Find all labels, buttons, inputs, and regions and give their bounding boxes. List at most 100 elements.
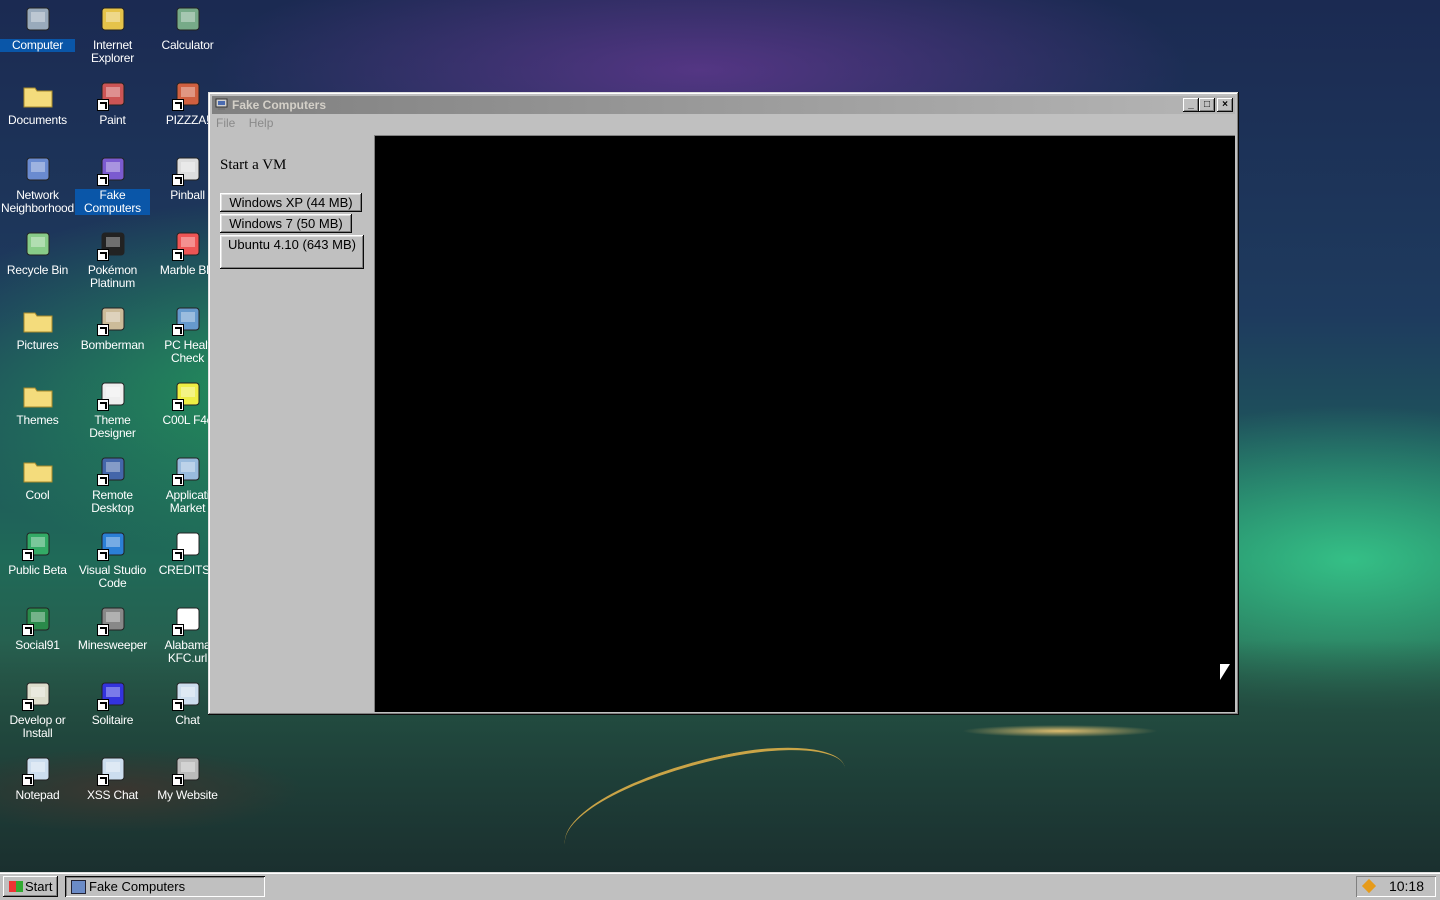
desktop-icon[interactable]: Fake Computers <box>75 150 150 225</box>
start-button[interactable]: Start <box>3 876 58 897</box>
ie-link-icon <box>171 604 204 636</box>
desktop-icon-label: Minesweeper <box>77 638 148 652</box>
shortcut-arrow-icon <box>171 324 184 336</box>
desktop-icon-label: My Website <box>157 788 218 802</box>
minimize-button[interactable]: _ <box>1183 98 1199 112</box>
desktop-icon[interactable]: XSS Chat <box>75 750 150 825</box>
shortcut-arrow-icon <box>171 624 184 636</box>
desktop-icon[interactable]: Pokémon Platinum <box>75 225 150 300</box>
shortcut-arrow-icon <box>96 549 109 561</box>
window-titlebar[interactable]: Fake Computers _ □ × <box>212 96 1235 114</box>
sidebar-heading: Start a VM <box>220 157 287 173</box>
desktop-icon-label: Bomberman <box>80 338 145 352</box>
taskbar: Start Fake Computers 10:18 <box>0 872 1440 900</box>
desktop-icon[interactable]: Minesweeper <box>75 600 150 675</box>
desktop-icon[interactable]: Theme Designer <box>75 375 150 450</box>
recycle-bin-icon <box>22 229 54 261</box>
vm-button-windows-7[interactable]: Windows 7 (50 MB) <box>220 214 352 233</box>
close-button[interactable]: × <box>1217 98 1233 112</box>
desktop-icon-label: Cool <box>25 488 50 502</box>
bomberman-icon <box>96 304 129 336</box>
desktop-icon-label: Fake Computers <box>75 189 150 215</box>
vscode-icon <box>96 529 129 561</box>
desktop-icon-label: Solitaire <box>91 713 134 727</box>
internet-explorer-icon <box>97 4 129 36</box>
desktop-icon-label: Develop or Install <box>9 713 66 740</box>
shortcut-arrow-icon <box>96 624 109 636</box>
desktop-icon[interactable]: Pictures <box>0 300 75 375</box>
desktop-icon[interactable]: Social91 <box>0 600 75 675</box>
desktop-icon[interactable]: My Website <box>150 750 225 825</box>
pc-health-icon <box>171 304 204 336</box>
desktop-icon[interactable]: Notepad <box>0 750 75 825</box>
desktop-icon-label: Public Beta <box>8 563 67 577</box>
desktop-icon[interactable]: Cool <box>0 450 75 525</box>
desktop-icon[interactable]: Calculator <box>150 0 225 75</box>
tray-icon[interactable] <box>1361 878 1377 894</box>
desktop-icon-label: Themes <box>16 413 59 427</box>
desktop-icon-label: Calculator <box>161 38 214 52</box>
desktop-icon-label: Network Neighborhood <box>1 188 74 215</box>
shortcut-arrow-icon <box>171 549 184 561</box>
desktop-icon[interactable]: Bomberman <box>75 300 150 375</box>
shortcut-arrow-icon <box>21 624 34 636</box>
desktop-icon[interactable]: Internet Explorer <box>75 0 150 75</box>
desktop-icon[interactable]: Develop or Install <box>0 675 75 750</box>
computer-icon <box>22 4 54 36</box>
desktop-icon-label: Internet Explorer <box>90 38 135 65</box>
desktop-icon-label: Theme Designer <box>89 413 136 440</box>
desktop-icon-label: Computer <box>0 39 75 52</box>
shortcut-arrow-icon <box>171 99 184 111</box>
desktop-icon[interactable]: Paint <box>75 75 150 150</box>
desktop-icon-label: Recycle Bin <box>6 263 69 277</box>
folder-icon <box>22 454 54 486</box>
desktop-icon[interactable]: Documents <box>0 75 75 150</box>
folder-icon <box>22 379 54 411</box>
shortcut-arrow-icon <box>171 474 184 486</box>
calculator-icon <box>172 4 204 36</box>
maximize-button[interactable]: □ <box>1199 98 1215 112</box>
mouse-cursor-icon <box>1220 664 1230 680</box>
desktop-icon[interactable]: Themes <box>0 375 75 450</box>
vm-screen[interactable] <box>374 135 1235 712</box>
shortcut-arrow-icon <box>171 399 184 411</box>
shortcut-arrow-icon <box>171 699 184 711</box>
remote-desktop-icon <box>96 454 129 486</box>
desktop-icon[interactable]: Network Neighborhood <box>0 150 75 225</box>
shortcut-arrow-icon <box>171 249 184 261</box>
clock[interactable]: 10:18 <box>1389 876 1424 897</box>
xss-chat-icon <box>96 754 129 786</box>
application-market-icon <box>171 454 204 486</box>
desktop-icon[interactable]: Remote Desktop <box>75 450 150 525</box>
desktop-icon[interactable]: Computer <box>0 0 75 75</box>
app-computer-icon <box>215 98 228 110</box>
shortcut-arrow-icon <box>171 174 184 186</box>
pizza-icon <box>171 79 204 111</box>
shortcut-arrow-icon <box>96 399 109 411</box>
app-computer-icon <box>71 880 86 894</box>
desktop-icon[interactable]: Solitaire <box>75 675 150 750</box>
desktop-icon[interactable]: Visual Studio Code <box>75 525 150 600</box>
start-label: Start <box>25 879 53 894</box>
shortcut-arrow-icon <box>96 99 109 111</box>
vm-button-ubuntu[interactable]: Ubuntu 4.10 (643 MB) <box>220 235 364 269</box>
network-icon <box>22 154 54 186</box>
shortcut-arrow-icon <box>21 699 34 711</box>
desktop-icon-label: Pokémon Platinum <box>87 263 138 290</box>
text-file-icon <box>171 529 204 561</box>
desktop-icon-label: Visual Studio Code <box>78 563 147 590</box>
desktop-icon-label: Remote Desktop <box>91 488 134 515</box>
taskbar-item-fake-computers[interactable]: Fake Computers <box>65 876 265 897</box>
paint-icon <box>96 79 129 111</box>
desktop-icon[interactable]: Recycle Bin <box>0 225 75 300</box>
folder-icon <box>22 304 54 336</box>
fake-computers-window: Fake Computers _ □ × File Help Start a V… <box>208 92 1239 715</box>
vm-button-windows-xp[interactable]: Windows XP (44 MB) <box>220 193 362 212</box>
pokemon-icon <box>96 229 129 261</box>
menu-file[interactable]: File <box>216 116 235 130</box>
shortcut-arrow-icon <box>96 474 109 486</box>
desktop-icon[interactable]: Public Beta <box>0 525 75 600</box>
menu-help[interactable]: Help <box>249 116 274 130</box>
shortcut-arrow-icon <box>21 549 34 561</box>
shortcut-arrow-icon <box>171 774 184 786</box>
